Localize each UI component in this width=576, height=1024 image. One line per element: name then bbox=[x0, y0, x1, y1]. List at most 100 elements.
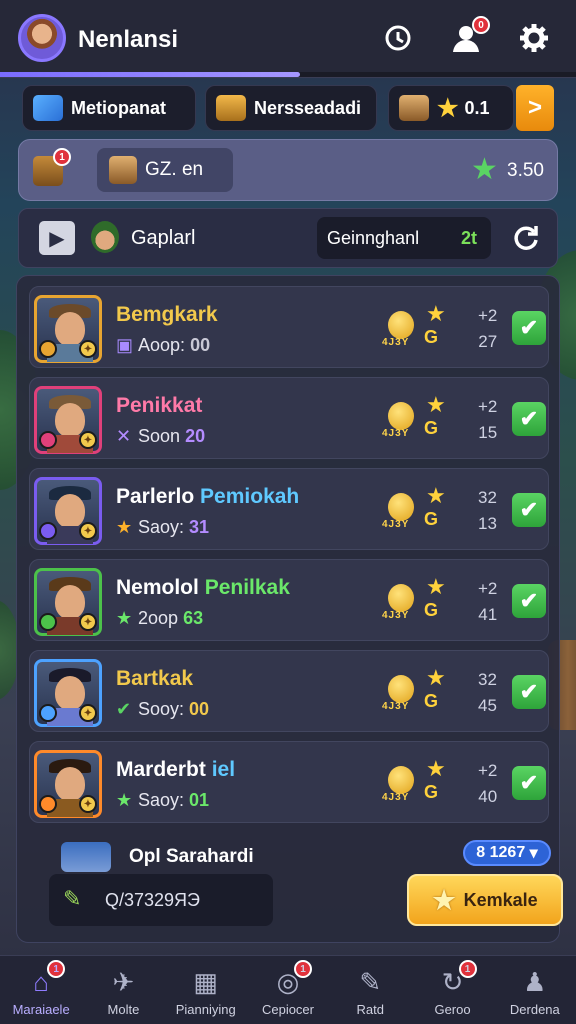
star-icon: ★ bbox=[426, 483, 446, 508]
code-input-value: Q/37329ЯЭ bbox=[105, 889, 200, 910]
row-number-top: +2 bbox=[478, 397, 498, 416]
nav-item[interactable]: ◎ 1 Cepiocer bbox=[247, 956, 329, 1024]
footer-badge[interactable]: 8 1267 ▾ bbox=[463, 840, 551, 866]
add-resource-button[interactable]: > bbox=[516, 85, 554, 131]
action-button[interactable]: ★ Kemkale bbox=[407, 874, 563, 926]
check-button[interactable]: ✔ bbox=[512, 402, 546, 436]
resource-item-2[interactable]: Nersseadadi bbox=[205, 85, 377, 131]
stat-icon: ✔ bbox=[116, 699, 132, 719]
check-button[interactable]: ✔ bbox=[512, 766, 546, 800]
character-row[interactable]: ✦ Penikkat ✕ Soon 20 4J3Y ★ G +2 15 ✔ bbox=[29, 377, 549, 459]
character-row[interactable]: ✦ Nemolol Penilkak ★ 2oop 63 4J3Y ★ G +2 4… bbox=[29, 559, 549, 641]
character-name-part: Bartkak bbox=[116, 667, 194, 690]
character-name: Marderbt iel bbox=[116, 758, 235, 782]
play-button[interactable]: ▶ bbox=[39, 221, 75, 255]
character-stat: ✔ Sooy: 00 bbox=[116, 699, 209, 720]
nav-item[interactable]: ▦ Pianniying bbox=[165, 956, 247, 1024]
footer-badge-text: 8 1267 bbox=[476, 844, 526, 861]
gold-coin-icon: 4J3Y bbox=[382, 311, 418, 348]
character-name-suffix: Pemiokah bbox=[200, 485, 300, 508]
resource-item-1-label: Metiopanat bbox=[71, 97, 167, 118]
nav-item[interactable]: ✈ Molte bbox=[82, 956, 164, 1024]
stat-label: Saoy: bbox=[138, 790, 185, 810]
check-button[interactable]: ✔ bbox=[512, 675, 546, 709]
character-name-part: Bemgkark bbox=[116, 303, 218, 326]
stat-value: 31 bbox=[189, 517, 210, 537]
class-icon bbox=[39, 795, 57, 813]
profile-icon[interactable]: 0 bbox=[448, 16, 490, 56]
character-portrait: ✦ bbox=[34, 659, 102, 727]
skill-icon: ✦ bbox=[79, 522, 97, 540]
nav-badge: 1 bbox=[458, 960, 477, 978]
nav-label: Ratd bbox=[356, 1002, 384, 1017]
top-bar: Nenlansi 0 bbox=[0, 0, 576, 78]
character-portrait: ✦ bbox=[34, 568, 102, 636]
gold-coin-icon: 4J3Y bbox=[382, 766, 418, 803]
stat-value: 20 bbox=[185, 426, 206, 446]
coin-pill[interactable]: GZ. en bbox=[97, 148, 233, 192]
gameplay-box[interactable]: Geinnghanl 2t bbox=[317, 217, 491, 259]
grade-label: G bbox=[424, 418, 439, 438]
character-row[interactable]: ✦ Bartkak ✔ Sooy: 00 4J3Y ★ G 32 45 ✔ bbox=[29, 650, 549, 732]
grade-label: G bbox=[424, 509, 439, 529]
character-row[interactable]: ✦ Parlerlo Pemiokah ★ Saoy: 31 4J3Y ★ G 3… bbox=[29, 468, 549, 550]
character-name: Parlerlo Pemiokah bbox=[116, 485, 299, 509]
grade-label: G bbox=[424, 600, 439, 620]
character-row[interactable]: ✦ Bemgkark ▣ Aoop: 00 4J3Y ★ G +2 27 ✔ bbox=[29, 286, 549, 368]
check-button[interactable]: ✔ bbox=[512, 584, 546, 618]
pencil-icon: ✎ bbox=[63, 886, 82, 911]
star-icon: ★ bbox=[437, 94, 459, 122]
nav-item[interactable]: ⌂ 1 Maraiaele bbox=[0, 956, 82, 1024]
code-input[interactable]: ✎ Q/37329ЯЭ bbox=[49, 874, 273, 926]
stat-label: Sooy: bbox=[138, 699, 185, 719]
info-panel: 1 GZ. en ★ 3.50 bbox=[18, 139, 558, 201]
footer-label: Opl Sarahardi bbox=[129, 846, 254, 867]
resource-item-1[interactable]: Metiopanat bbox=[22, 85, 196, 131]
skill-icon: ✦ bbox=[79, 704, 97, 722]
star-icon: ★ bbox=[426, 574, 446, 599]
gameplay-box-label: Geinnghanl bbox=[327, 227, 420, 248]
nav-item[interactable]: ✎ Ratd bbox=[329, 956, 411, 1024]
refresh-icon[interactable] bbox=[509, 221, 543, 255]
check-button[interactable]: ✔ bbox=[512, 493, 546, 527]
check-button[interactable]: ✔ bbox=[512, 311, 546, 345]
resource-star[interactable]: ★ 0.1 bbox=[388, 85, 514, 131]
character-icon bbox=[91, 221, 119, 253]
nav-item[interactable]: ♟ Derdena bbox=[494, 956, 576, 1024]
stat-value: 00 bbox=[190, 335, 211, 355]
grade-label: G bbox=[424, 327, 439, 347]
star-total: 3.50 bbox=[507, 160, 544, 181]
star-icon: ★ bbox=[426, 392, 446, 417]
character-portrait: ✦ bbox=[34, 386, 102, 454]
nav-badge: 1 bbox=[293, 960, 312, 978]
coin-text: 4J3Y bbox=[382, 428, 410, 439]
green-star-icon: ★ bbox=[471, 153, 498, 186]
person-icon: ♟ bbox=[523, 966, 547, 997]
sword-icon bbox=[33, 95, 63, 121]
row-numbers: +2 27 bbox=[478, 303, 497, 355]
character-portrait: ✦ bbox=[34, 477, 102, 545]
nav-item[interactable]: ↻ 1 Geroo bbox=[411, 956, 493, 1024]
character-name: Bartkak bbox=[116, 667, 193, 691]
stat-label: Saoy: bbox=[138, 517, 185, 537]
row-numbers: +2 41 bbox=[478, 576, 497, 628]
character-name: Bemgkark bbox=[116, 303, 218, 327]
player-avatar[interactable] bbox=[18, 14, 66, 62]
row-number-top: 32 bbox=[478, 670, 497, 689]
stat-label: 2oop bbox=[138, 608, 179, 628]
character-name: Nemolol Penilkak bbox=[116, 576, 290, 600]
character-stat: ✕ Soon 20 bbox=[116, 426, 205, 447]
settings-icon[interactable] bbox=[516, 20, 552, 56]
stat-value: 00 bbox=[189, 699, 210, 719]
character-row[interactable]: ✦ Marderbt iel ★ Saoy: 01 4J3Y ★ G +2 40 ✔ bbox=[29, 741, 549, 823]
gold-coin-icon: 4J3Y bbox=[382, 675, 418, 712]
plane-icon: ✈ bbox=[112, 966, 135, 997]
stat-icon: ▣ bbox=[116, 335, 134, 355]
nav-label: Derdena bbox=[509, 1002, 560, 1017]
row-numbers: 32 45 bbox=[478, 667, 497, 719]
skill-icon: ✦ bbox=[79, 795, 97, 813]
history-icon[interactable] bbox=[380, 20, 416, 56]
class-icon bbox=[39, 522, 57, 540]
gameplay-row: ▶ Gaplarl Geinnghanl 2t bbox=[18, 208, 558, 268]
grade-label: G bbox=[424, 782, 439, 802]
